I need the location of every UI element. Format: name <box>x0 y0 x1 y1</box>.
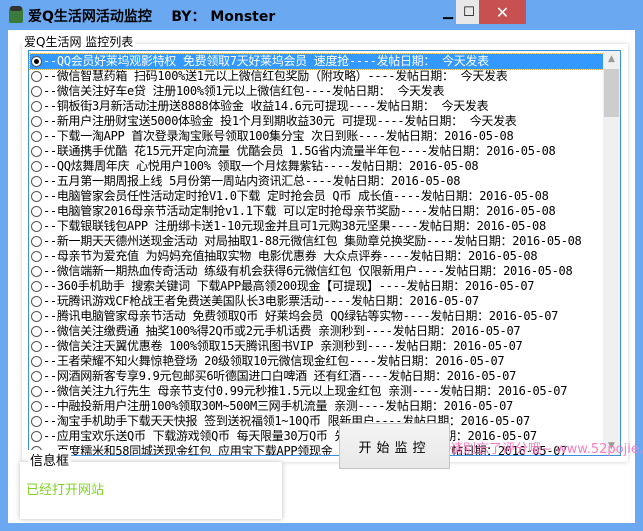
watermark-text: 请别忘了评分哦~ www.52pojie.cn <box>450 442 643 457</box>
list-item[interactable]: --中融投新用户注册100%领取30M~500M三网手机流量 亲测----发帖日… <box>30 399 604 414</box>
list-item[interactable]: --QQ炫舞周年庆 心悦用户100% 领取一个月炫舞紫钻----发帖日期：201… <box>30 159 604 174</box>
list-item[interactable]: --腾讯电脑管家母亲节活动 免费领取Q币 好莱坞会员 QQ绿钻等实物----发帖… <box>30 309 604 324</box>
window-title: 爱Q生活网活动监控 BY： Monster <box>28 9 276 25</box>
info-status-text: 已经打开网站 <box>26 483 105 498</box>
list-item-text: --网酒网新客专享9.9元包邮买6听德国进口白啤酒 还有红酒----发帖日期：2… <box>43 369 517 383</box>
radio-icon[interactable] <box>31 206 42 217</box>
radio-icon[interactable] <box>31 356 42 367</box>
radio-icon[interactable] <box>31 341 42 352</box>
list-item[interactable]: --微信关注天翼优惠卷 100%领取15天腾讯图书VIP 亲测秒到----发帖日… <box>30 339 604 354</box>
client-area: 爱Q生活网 监控列表 --QQ会员好莱坞观影特权 免费领取7天好莱坞会员 速度抢… <box>8 30 643 523</box>
radio-icon[interactable] <box>31 71 42 82</box>
list-item-text: --微信智慧药箱 扫码100%送1元以上微信红包奖励（附攻略）----发帖日期：… <box>43 69 508 83</box>
list-item-text: --联通携手优酷 花15元开定向流量 优酷会员 1.5G省内流量半年包----发… <box>43 144 556 158</box>
list-item[interactable]: --下载银联钱包APP 注册绑卡送1-10元现金并且可1元购38元坚果----发… <box>30 219 604 234</box>
list-item-text: --微信关注天翼优惠卷 100%领取15天腾讯图书VIP 亲测秒到----发帖日… <box>43 339 523 353</box>
list-item-text: --五月第一期周报上线 5月份第一周站内资讯汇总----发帖日期：2016-05… <box>43 174 461 188</box>
close-button[interactable]: ✕ <box>479 0 526 24</box>
list-item[interactable]: --微信关注缴费通 抽奖100%得2Q币或2元手机话费 亲测秒到----发帖日期… <box>30 324 604 339</box>
list-item[interactable]: --微信端新一期热血传奇活动 练级有机会获得6元微信红包 仅限新用户----发帖… <box>30 264 604 279</box>
list-rows: --QQ会员好莱坞观影特权 免费领取7天好莱坞会员 速度抢----发帖日期： 今… <box>29 53 605 455</box>
info-box: 已经打开网站 <box>20 462 282 519</box>
list-group-label: 爱Q生活网 监控列表 <box>22 33 136 50</box>
list-item-text: --360手机助手 搜索关键词 下载APP最高领200现金【可提现】----发帖… <box>43 279 535 293</box>
scrollbar[interactable]: ▲ ▼ <box>603 51 620 455</box>
list-item-text: --微信端新一期热血传奇活动 练级有机会获得6元微信红包 仅限新用户----发帖… <box>43 264 573 278</box>
list-item-text: --QQ炫舞周年庆 心悦用户100% 领取一个月炫舞紫钻----发帖日期：201… <box>43 159 479 173</box>
list-item-text: --王者荣耀不知火舞惊艳登场 20级领取10元微信现金红包----发帖日期：20… <box>43 354 505 368</box>
radio-icon[interactable] <box>31 101 42 112</box>
list-item-text: --淘宝手机助手下载天天快报 签到送祝福领1~10Q币 限新用户----发帖日期… <box>43 414 530 428</box>
radio-icon[interactable] <box>31 86 42 97</box>
radio-icon[interactable] <box>31 386 42 397</box>
radio-icon[interactable] <box>31 116 42 127</box>
list-item[interactable]: --微信智慧药箱 扫码100%送1元以上微信红包奖励（附攻略）----发帖日期：… <box>30 69 604 84</box>
monitor-list[interactable]: --QQ会员好莱坞观影特权 免费领取7天好莱坞会员 速度抢----发帖日期： 今… <box>28 50 621 456</box>
list-item[interactable]: --360手机助手 搜索关键词 下载APP最高领200现金【可提现】----发帖… <box>30 279 604 294</box>
list-item[interactable]: --QQ会员好莱坞观影特权 免费领取7天好莱坞会员 速度抢----发帖日期： 今… <box>29 53 605 70</box>
list-item[interactable]: --淘宝手机助手下载天天快报 签到送祝福领1~10Q币 限新用户----发帖日期… <box>30 414 604 429</box>
start-monitor-button[interactable]: 开始监控 <box>339 423 450 469</box>
list-item[interactable]: --微信关注九行先生 母亲节支付0.99元秒推1.5元以上现金红包 亲测----… <box>30 384 604 399</box>
list-item[interactable]: --电脑管家2016母亲节活动定制抢v1.1下载 可以定时抢母亲节奖励----发… <box>30 204 604 219</box>
radio-icon[interactable] <box>31 131 42 142</box>
list-item[interactable]: --网酒网新客专享9.9元包邮买6听德国进口白啤酒 还有红酒----发帖日期：2… <box>30 369 604 384</box>
title-bar: 爱Q生活网活动监控 BY： Monster ▁ ☐ ✕ <box>0 0 643 30</box>
list-item-text: --QQ会员好莱坞观影特权 免费领取7天好莱坞会员 速度抢----发帖日期： 今… <box>43 54 489 68</box>
radio-icon[interactable] <box>31 401 42 412</box>
radio-icon[interactable] <box>31 326 42 337</box>
list-item[interactable]: --母亲节为爱充值 为妈妈充值抽取实物 电影优惠券 大众点评券----发帖日期：… <box>30 249 604 264</box>
radio-icon[interactable] <box>31 416 42 427</box>
list-item-text: --下载一淘APP 首次登录淘宝账号领取100集分宝 次日到账----发帖日期：… <box>43 129 514 143</box>
list-item-text: --铜板街3月新活动注册送8888体验金 收益14.6元可提现----发帖日期：… <box>43 99 489 113</box>
list-item[interactable]: --玩腾讯游戏CF枪战王者免费送美国队长3电影票活动----发帖日期：2016-… <box>30 294 604 309</box>
list-item[interactable]: --新一期天天德州送现金活动 对局抽取1-88元微信红包 集勋章兑换奖励----… <box>30 234 604 249</box>
list-item[interactable]: --联通携手优酷 花15元开定向流量 优酷会员 1.5G省内流量半年包----发… <box>30 144 604 159</box>
radio-icon[interactable] <box>31 236 42 247</box>
scroll-thumb[interactable] <box>604 69 619 117</box>
radio-icon[interactable] <box>31 281 42 292</box>
list-item[interactable]: --王者荣耀不知火舞惊艳登场 20级领取10元微信现金红包----发帖日期：20… <box>30 354 604 369</box>
radio-icon[interactable] <box>31 266 42 277</box>
radio-icon[interactable] <box>31 161 42 172</box>
app-icon <box>9 6 23 23</box>
radio-icon[interactable] <box>31 191 42 202</box>
radio-icon[interactable] <box>31 371 42 382</box>
radio-icon[interactable] <box>31 146 42 157</box>
list-item-text: --微信关注九行先生 母亲节支付0.99元秒推1.5元以上现金红包 亲测----… <box>43 384 568 398</box>
list-item[interactable]: --铜板街3月新活动注册送8888体验金 收益14.6元可提现----发帖日期：… <box>30 99 604 114</box>
list-item-text: --微信关注缴费通 抽奖100%得2Q币或2元手机话费 亲测秒到----发帖日期… <box>43 324 521 338</box>
list-item-text: --下载银联钱包APP 注册绑卡送1-10元现金并且可1元购38元坚果----发… <box>43 219 546 233</box>
scroll-up-icon[interactable]: ▲ <box>603 51 620 68</box>
list-item-text: --电脑管家2016母亲节活动定制抢v1.1下载 可以定时抢母亲节奖励----发… <box>43 204 556 218</box>
list-item-text: --电脑管家会员任性活动定时抢V1.0下载 定时抢会员 Q币 成长值----发帖… <box>43 189 549 203</box>
list-item[interactable]: --下载一淘APP 首次登录淘宝账号领取100集分宝 次日到账----发帖日期：… <box>30 129 604 144</box>
list-item[interactable]: --电脑管家会员任性活动定时抢V1.0下载 定时抢会员 Q币 成长值----发帖… <box>30 189 604 204</box>
list-item-text: --微信关注好车e贷 注册100%领1元以上微信红包----发帖日期： 今天发表 <box>43 84 445 98</box>
radio-icon[interactable] <box>31 251 42 262</box>
list-item-text: --玩腾讯游戏CF枪战王者免费送美国队长3电影票活动----发帖日期：2016-… <box>43 294 479 308</box>
list-item-text: --中融投新用户注册100%领取30M~500M三网手机流量 亲测----发帖日… <box>43 399 513 413</box>
list-item[interactable]: --五月第一期周报上线 5月份第一周站内资讯汇总----发帖日期：2016-05… <box>30 174 604 189</box>
radio-icon[interactable] <box>31 221 42 232</box>
list-item-text: --新用户注册财宝送5000体验金 投1个月到期收益30元 可提现----发帖日… <box>43 114 517 128</box>
radio-icon[interactable] <box>31 296 42 307</box>
list-item[interactable]: --微信关注好车e贷 注册100%领1元以上微信红包----发帖日期： 今天发表 <box>30 84 604 99</box>
radio-icon[interactable] <box>31 176 42 187</box>
list-item-text: --腾讯电脑管家母亲节活动 免费领取Q币 好莱坞会员 QQ绿钻等实物----发帖… <box>43 309 559 323</box>
list-item-text: --新一期天天德州送现金活动 对局抽取1-88元微信红包 集勋章兑换奖励----… <box>43 234 582 248</box>
radio-icon[interactable] <box>31 431 42 442</box>
radio-icon[interactable] <box>31 56 42 67</box>
info-group-label: 信息框 <box>28 450 72 469</box>
radio-icon[interactable] <box>31 311 42 322</box>
list-item[interactable]: --新用户注册财宝送5000体验金 投1个月到期收益30元 可提现----发帖日… <box>30 114 604 129</box>
list-item-text: --母亲节为爱充值 为妈妈充值抽取实物 电影优惠券 大众点评券----发帖日期：… <box>43 249 538 263</box>
